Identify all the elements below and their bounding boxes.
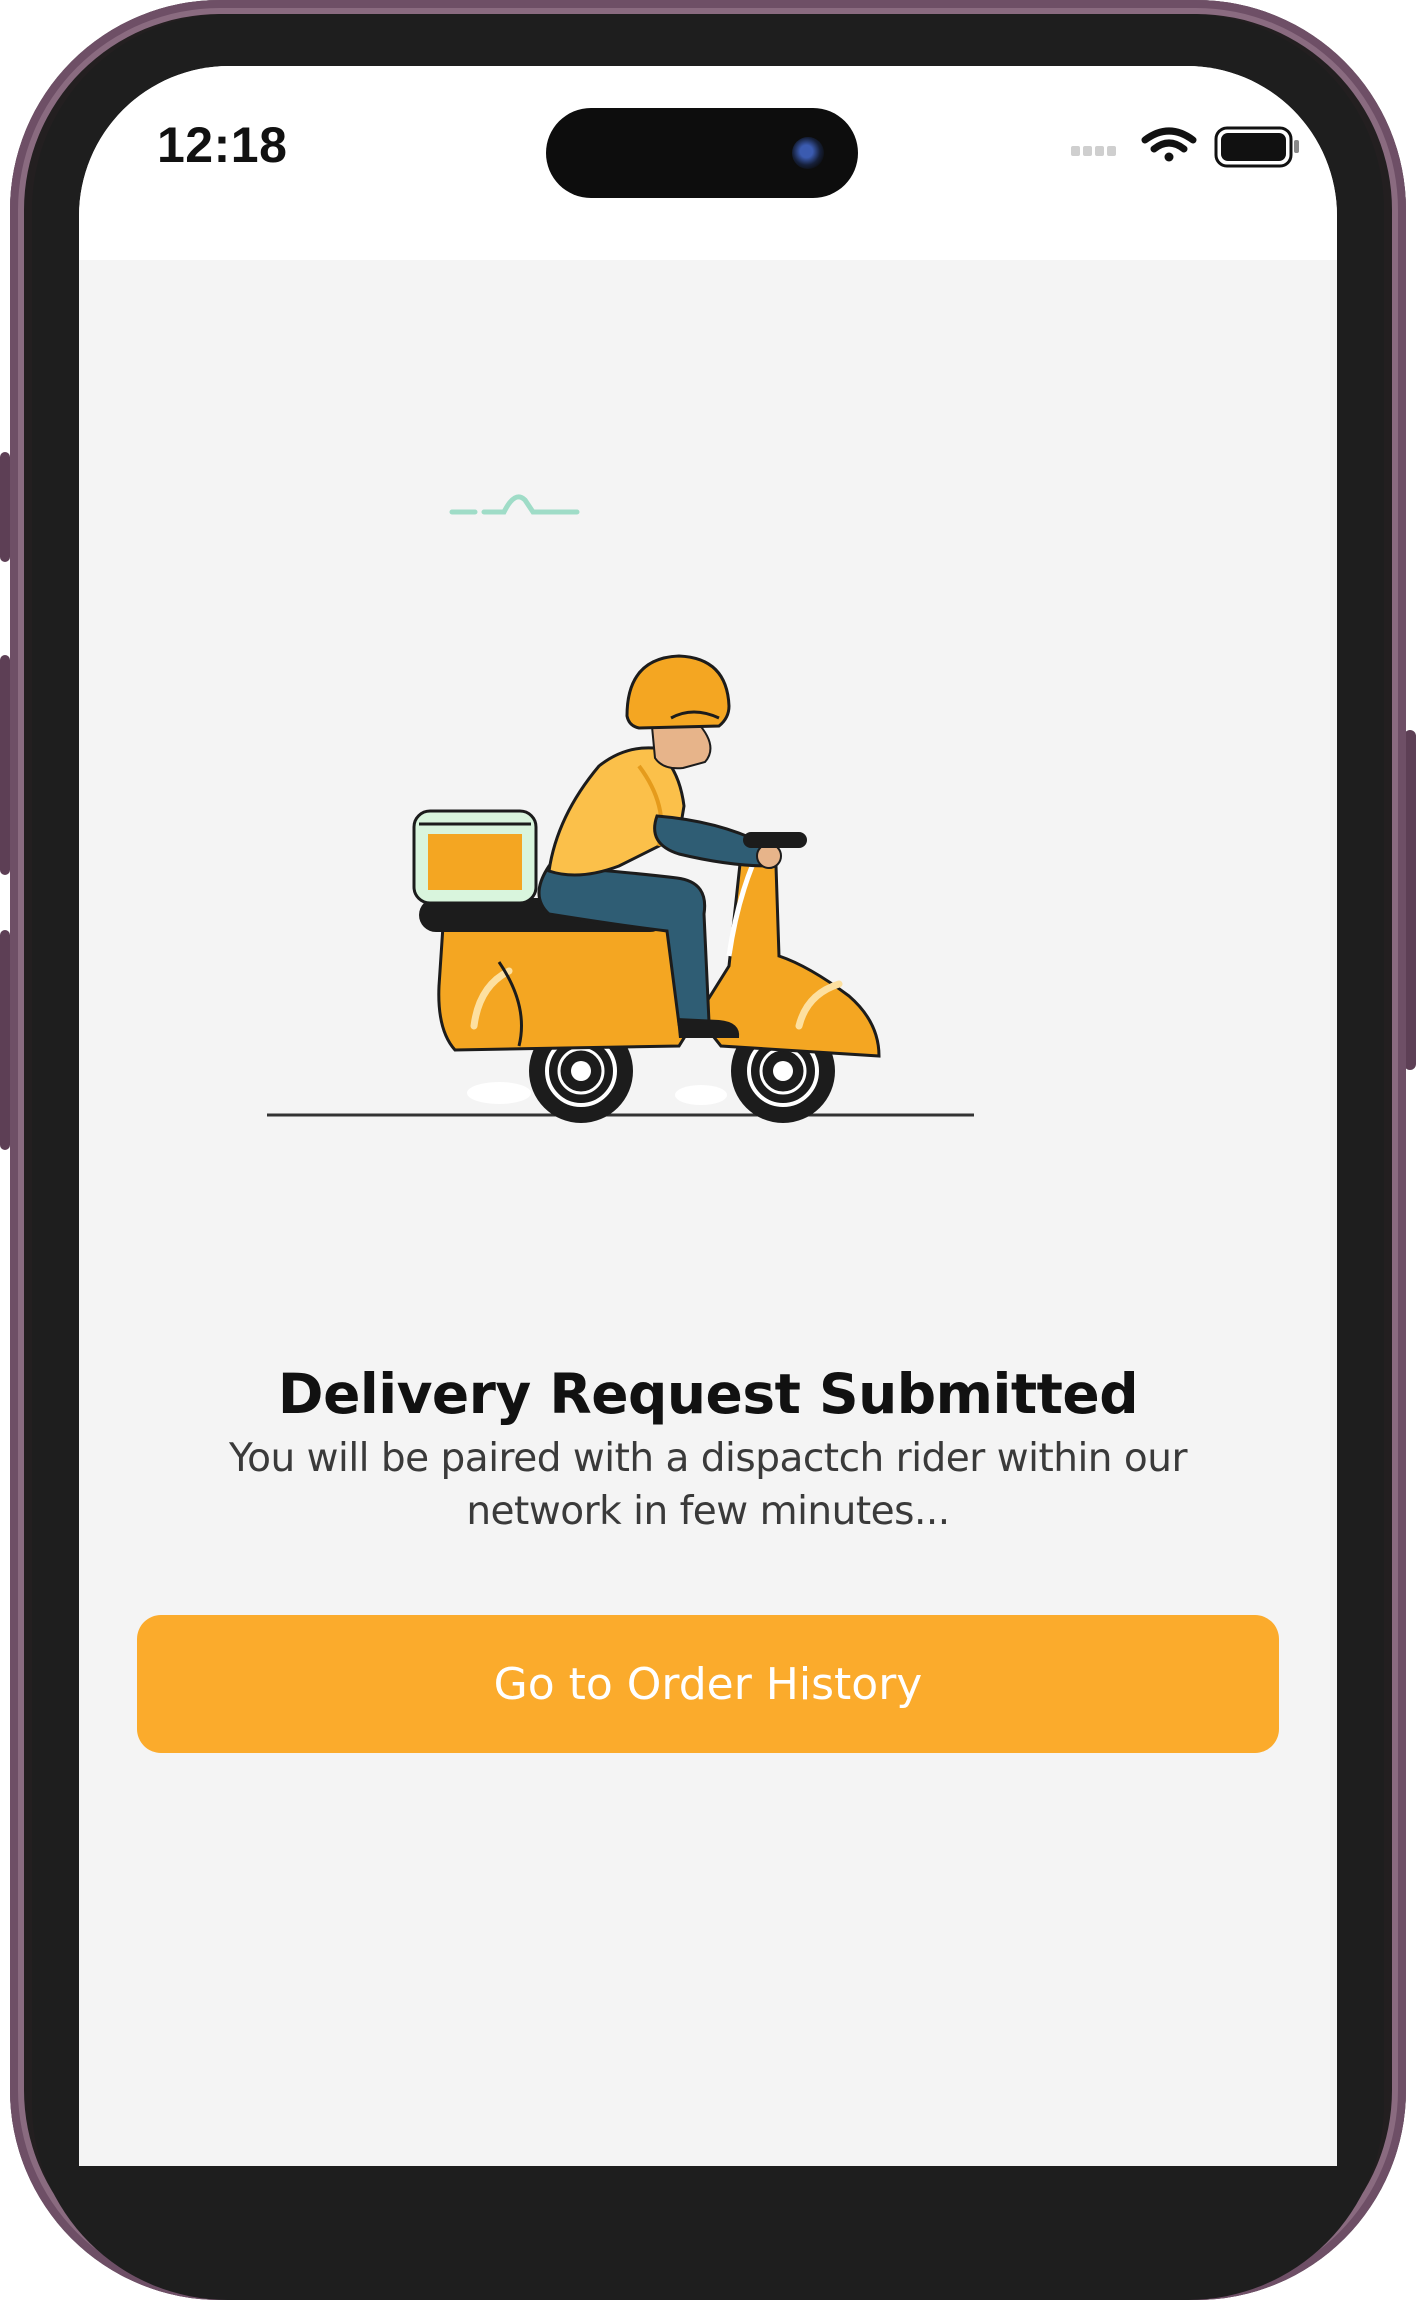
status-time: 12:18 [157, 117, 288, 173]
app-screen: 12:18 Delivery Request Submitted You wil… [79, 66, 1337, 2166]
delivery-box [412, 809, 538, 905]
page-title: Delivery Request Submitted [277, 1362, 1139, 1426]
go-to-order-history-button[interactable]: Go to Order History [137, 1615, 1279, 1753]
status-icons [1071, 126, 1299, 168]
rider-arm [653, 814, 807, 869]
signal-icon [1071, 146, 1116, 156]
action-button [0, 452, 10, 562]
battery-icon [1214, 126, 1299, 168]
delivery-scooter-illustration [267, 494, 974, 1123]
volume-down-button [0, 930, 10, 1150]
dynamic-island [546, 108, 858, 198]
page-subtitle: You will be paired with a dispactch ride… [228, 1436, 1188, 1534]
volume-up-button [0, 655, 10, 875]
rider-torso [547, 746, 686, 877]
status-bar: 12:18 [79, 66, 1337, 260]
decorative-line [449, 494, 580, 515]
wifi-icon [1141, 127, 1197, 162]
camera-icon [792, 137, 824, 169]
